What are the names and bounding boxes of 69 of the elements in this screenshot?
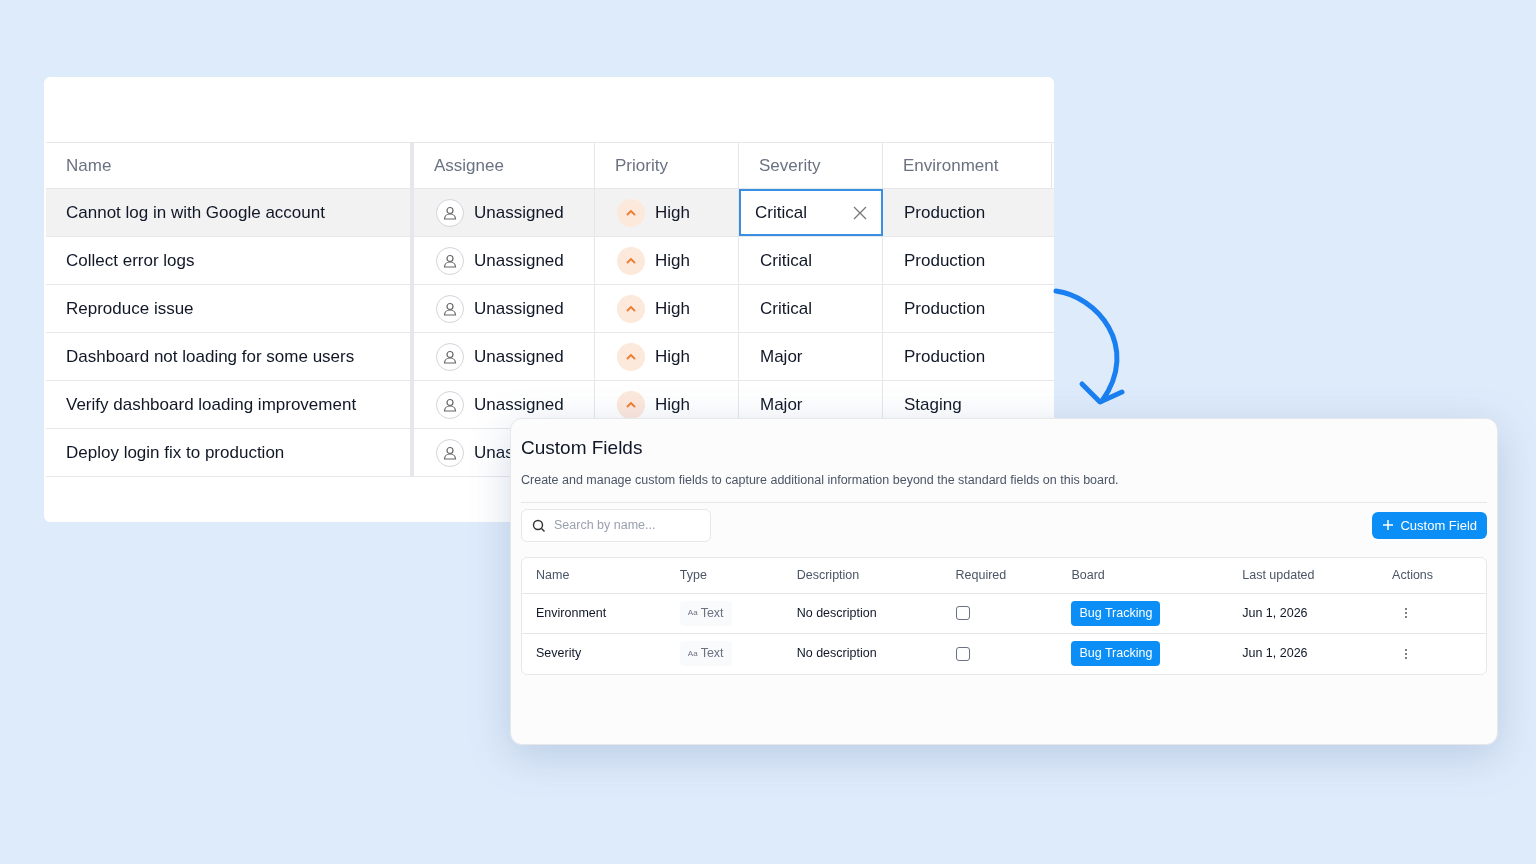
- board-tag: Bug Tracking: [1071, 600, 1161, 626]
- chevron-up-icon: [617, 390, 645, 419]
- environment-text: Production: [904, 249, 986, 272]
- assignee-text: Unassigned: [474, 393, 564, 416]
- task-name: Dashboard not loading for some users: [66, 345, 355, 368]
- chevron-up-icon: [617, 342, 645, 371]
- chevron-up-icon: [617, 294, 645, 323]
- updated-date: Jun 1, 2026: [1242, 605, 1308, 620]
- updated-date: Jun 1, 2026: [1242, 646, 1308, 661]
- field-name: Severity: [536, 646, 582, 661]
- column-header: Description: [796, 567, 860, 582]
- required-checkbox[interactable]: [955, 606, 970, 621]
- priority-text: High: [655, 345, 690, 368]
- environment-text: Staging: [904, 393, 962, 416]
- column-header: Last updated: [1242, 567, 1315, 582]
- priority-text: High: [655, 201, 690, 224]
- assignee-text: Unassigned: [474, 249, 564, 272]
- task-name: Collect error logs: [66, 249, 195, 272]
- assignee-text: Unassigned: [474, 297, 564, 320]
- environment-text: Production: [904, 201, 986, 224]
- chevron-up-icon: [617, 246, 645, 275]
- priority-text: High: [655, 393, 690, 416]
- environment-text: Production: [904, 345, 986, 368]
- priority-text: High: [655, 297, 690, 320]
- user-icon: [436, 342, 464, 371]
- user-icon: [436, 198, 464, 227]
- task-name: Reproduce issue: [66, 297, 194, 320]
- user-icon: [436, 390, 464, 419]
- task-name: Verify dashboard loading improvement: [66, 393, 357, 416]
- close-icon[interactable]: [853, 205, 867, 220]
- add-custom-field-button[interactable]: Custom Field: [1372, 511, 1487, 539]
- assignee-text: Unassigned: [474, 345, 564, 368]
- type-tag: Aa Text: [679, 641, 732, 667]
- field-name: Environment: [536, 605, 607, 620]
- task-name: Deploy login fix to production: [66, 441, 285, 464]
- assignee-text: Unassigned: [474, 201, 564, 224]
- user-icon: [436, 294, 464, 323]
- severity-text: Critical: [755, 201, 807, 224]
- severity-text: Major: [760, 393, 803, 416]
- panel-description: Create and manage custom fields to capture additional information beyond the standard fields on this board.: [521, 471, 1487, 503]
- required-checkbox[interactable]: [955, 646, 970, 661]
- more-icon[interactable]: [1404, 607, 1409, 620]
- column-header: Severity: [739, 143, 883, 188]
- priority-text: High: [655, 249, 690, 272]
- plus-icon: [1382, 519, 1395, 532]
- task-name: Cannot log in with Google account: [66, 201, 325, 224]
- column-header: Actions: [1392, 567, 1434, 582]
- field-description: No description: [796, 646, 877, 661]
- severity-text: Critical: [760, 297, 812, 320]
- environment-text: Production: [904, 297, 986, 320]
- column-header: Environment: [883, 143, 1052, 188]
- chevron-up-icon: [617, 198, 645, 227]
- search-field[interactable]: Search by name...: [521, 508, 711, 542]
- column-header: Priority: [595, 143, 739, 188]
- column-header: Assignee: [414, 143, 595, 188]
- column-header: Name: [536, 567, 570, 582]
- severity-text: Major: [760, 345, 803, 368]
- column-header: Board: [1071, 567, 1105, 582]
- more-icon[interactable]: [1404, 647, 1409, 660]
- type-tag: Aa Text: [679, 600, 732, 626]
- column-header: Type: [679, 567, 707, 582]
- search-icon: [532, 518, 546, 533]
- user-icon: [436, 438, 464, 467]
- column-header: Required: [955, 567, 1007, 582]
- user-icon: [436, 246, 464, 275]
- board-tag: Bug Tracking: [1071, 641, 1161, 667]
- severity-text: Critical: [760, 249, 812, 272]
- panel-title: Custom Fields: [521, 436, 644, 460]
- field-description: No description: [796, 605, 877, 620]
